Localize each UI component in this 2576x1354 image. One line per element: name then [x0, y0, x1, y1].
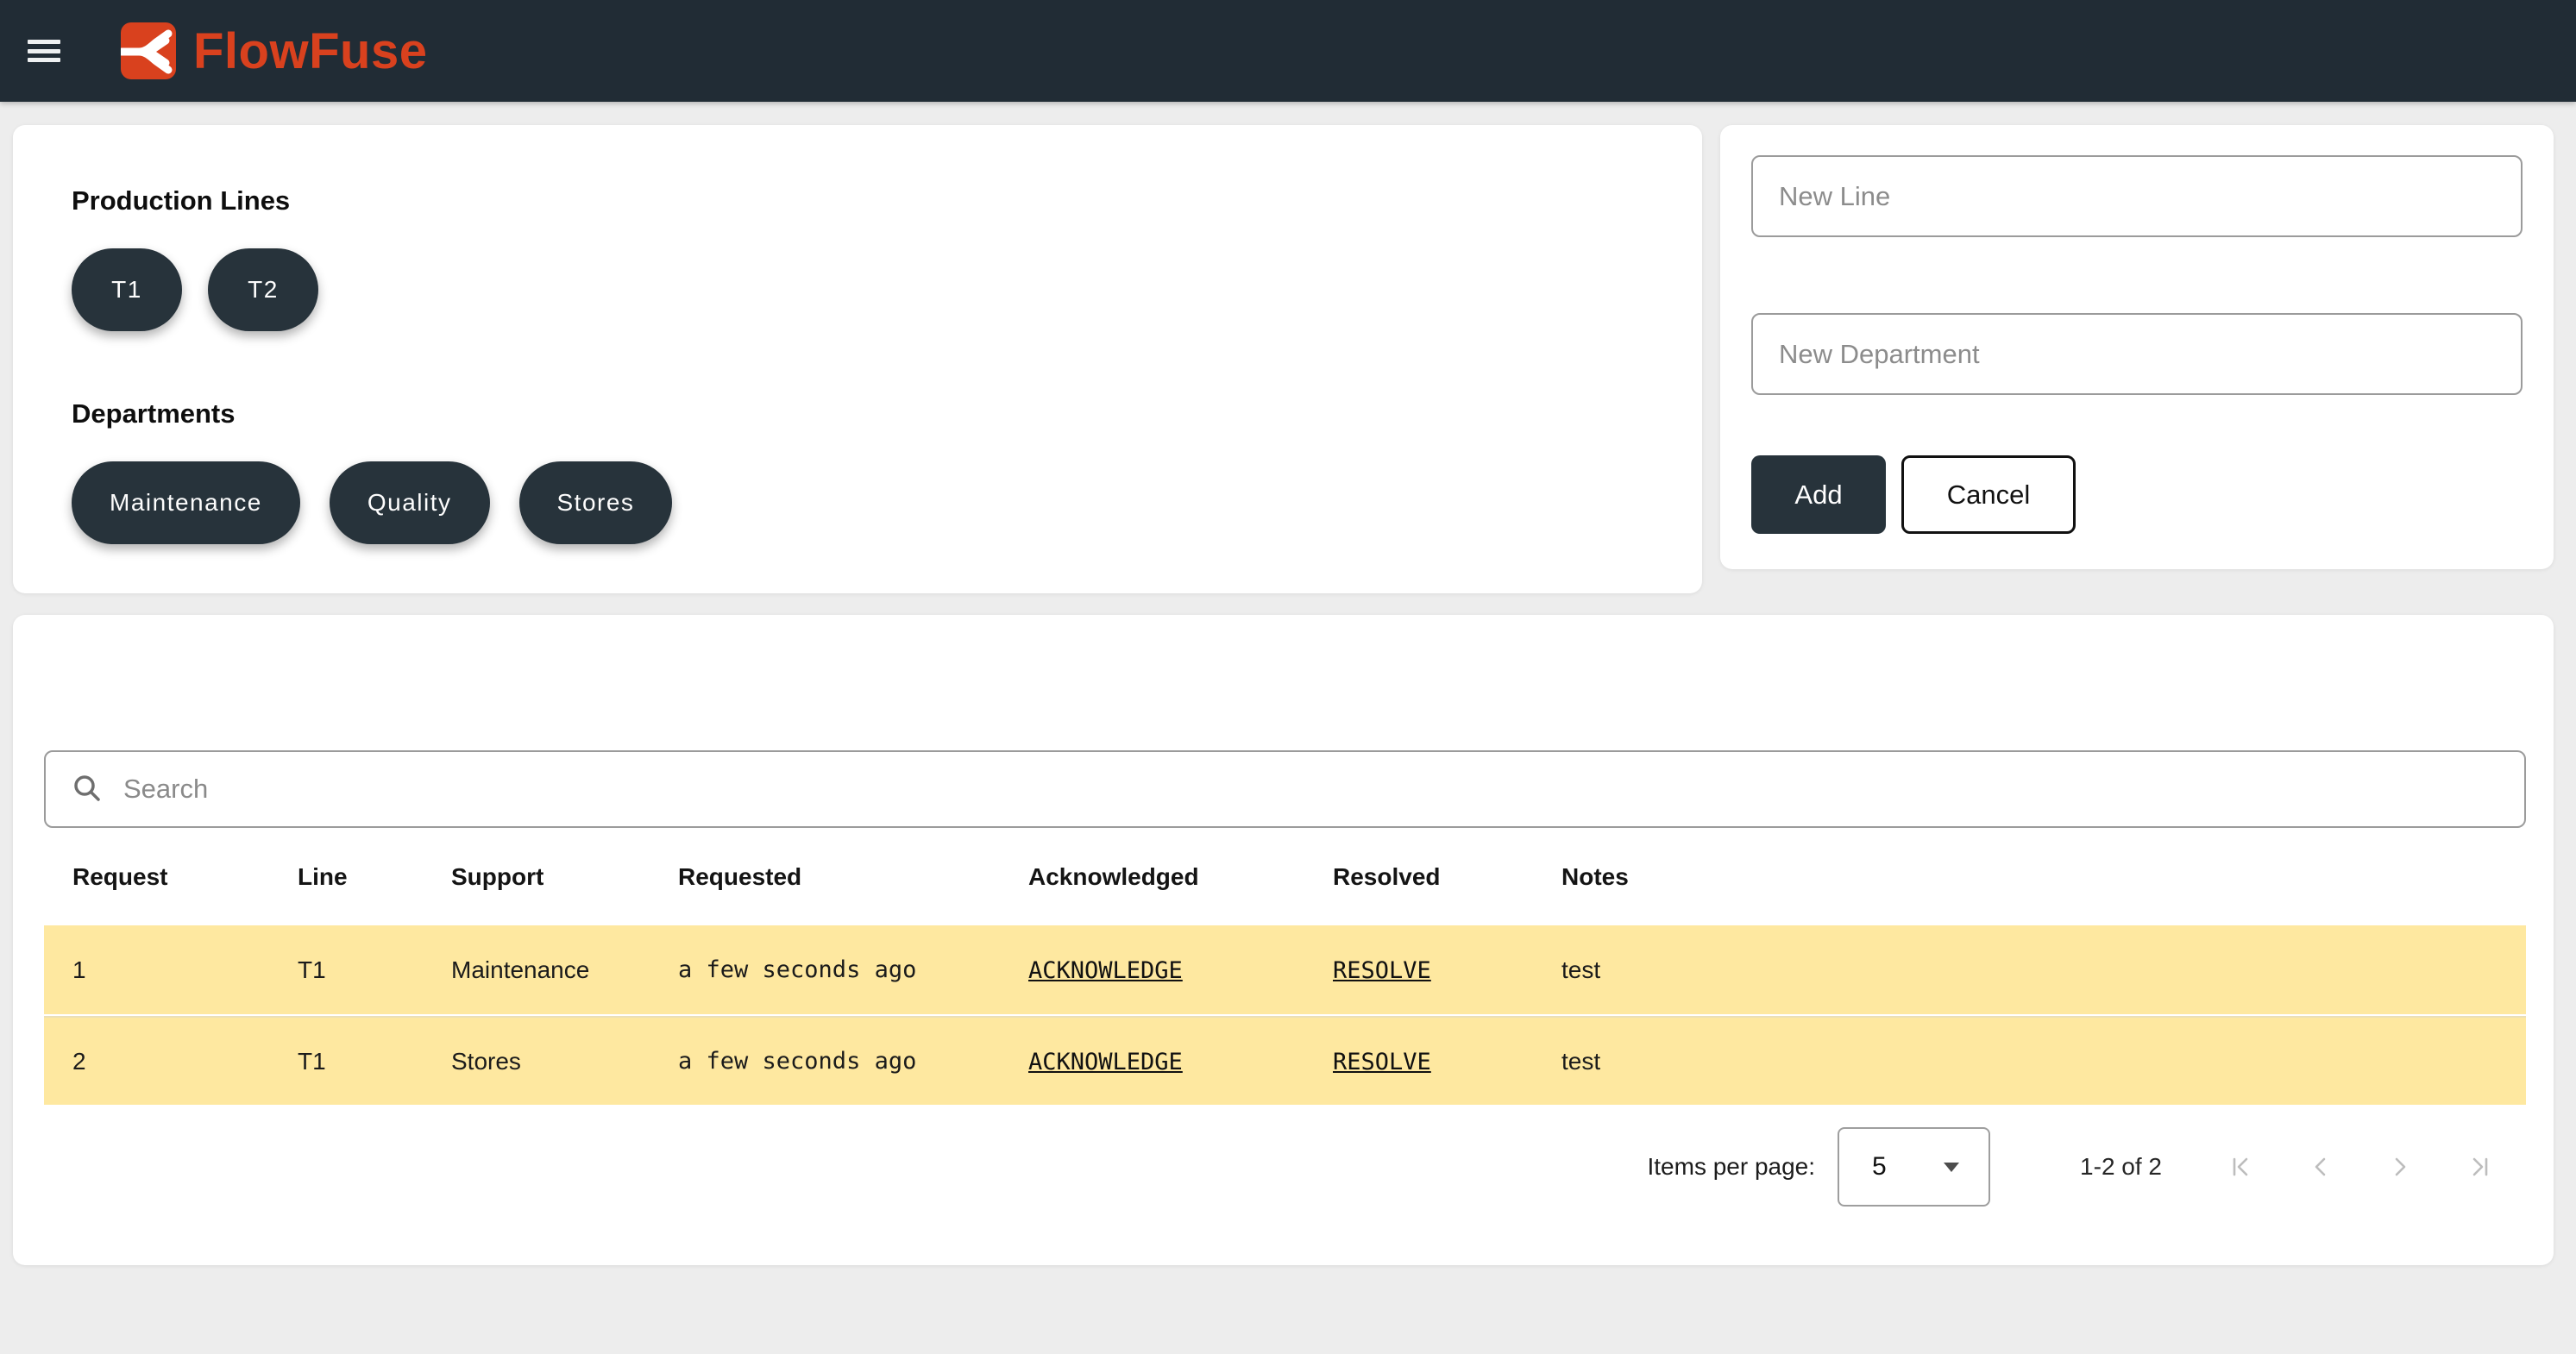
production-lines-list: T1 T2 [72, 248, 1643, 331]
menu-bar [28, 49, 60, 53]
page: FlowFuse Production Lines T1 T2 Departme… [0, 0, 2576, 1354]
production-lines-title: Production Lines [72, 185, 1643, 216]
brand-title: FlowFuse [193, 22, 427, 80]
cell-support: Maintenance [451, 956, 678, 984]
table-row: 1 T1 Maintenance a few seconds ago ACKNO… [44, 925, 2526, 1014]
resolve-link[interactable]: RESOLVE [1333, 1049, 1431, 1075]
previous-page-button[interactable] [2281, 1127, 2360, 1207]
items-per-page-value: 5 [1872, 1152, 1887, 1182]
cell-request: 1 [72, 956, 298, 984]
last-page-button[interactable] [2440, 1127, 2519, 1207]
cell-line: T1 [298, 1048, 451, 1075]
items-per-page-label: Items per page: [1647, 1153, 1815, 1181]
column-header-resolved: Resolved [1333, 863, 1561, 891]
column-header-acknowledged: Acknowledged [1028, 863, 1333, 891]
menu-bar [28, 58, 60, 62]
column-header-notes: Notes [1561, 863, 2526, 891]
items-per-page-select[interactable]: 5 [1838, 1127, 1990, 1207]
new-department-input[interactable] [1751, 313, 2523, 395]
column-header-support: Support [451, 863, 678, 891]
add-button[interactable]: Add [1751, 455, 1886, 534]
search-icon [70, 772, 104, 806]
top-navbar: FlowFuse [0, 0, 2576, 102]
resolve-link[interactable]: RESOLVE [1333, 957, 1431, 984]
search-input[interactable] [123, 774, 2500, 805]
requests-card: Request Line Support Requested Acknowled… [13, 615, 2554, 1265]
menu-bar [28, 40, 60, 44]
search-field[interactable] [44, 750, 2526, 828]
page-range-label: 1-2 of 2 [2080, 1153, 2162, 1181]
departments-list: Maintenance Quality Stores [72, 461, 1643, 544]
first-page-icon [2228, 1154, 2254, 1180]
add-form-card: Add Cancel [1720, 125, 2554, 569]
cell-support: Stores [451, 1048, 678, 1075]
cell-notes: test [1561, 956, 2526, 984]
cell-requested: a few seconds ago [678, 956, 1028, 983]
line-pill-t1[interactable]: T1 [72, 248, 182, 331]
acknowledge-link[interactable]: ACKNOWLEDGE [1028, 957, 1183, 984]
last-page-icon [2466, 1154, 2492, 1180]
departments-title: Departments [72, 398, 1643, 429]
table-header-row: Request Line Support Requested Acknowled… [44, 828, 2526, 925]
form-buttons: Add Cancel [1751, 455, 2523, 534]
column-header-requested: Requested [678, 863, 1028, 891]
cancel-button[interactable]: Cancel [1901, 455, 2076, 534]
menu-icon[interactable] [28, 40, 60, 62]
acknowledge-link[interactable]: ACKNOWLEDGE [1028, 1049, 1183, 1075]
chevron-right-icon [2387, 1154, 2413, 1180]
chevron-down-icon [1944, 1163, 1959, 1172]
cell-notes: test [1561, 1048, 2526, 1075]
table-row: 2 T1 Stores a few seconds ago ACKNOWLEDG… [44, 1016, 2526, 1105]
paginator: Items per page: 5 1-2 of 2 [1647, 1124, 2519, 1210]
department-pill-quality[interactable]: Quality [330, 461, 490, 544]
cell-requested: a few seconds ago [678, 1048, 1028, 1075]
cell-request: 2 [72, 1048, 298, 1075]
new-line-input[interactable] [1751, 155, 2523, 237]
department-pill-maintenance[interactable]: Maintenance [72, 461, 300, 544]
next-page-button[interactable] [2360, 1127, 2440, 1207]
department-pill-stores[interactable]: Stores [519, 461, 673, 544]
flowfuse-logo-icon [121, 22, 176, 79]
cell-line: T1 [298, 956, 451, 984]
chevron-left-icon [2308, 1154, 2334, 1180]
brand: FlowFuse [121, 22, 427, 80]
line-pill-t2[interactable]: T2 [208, 248, 318, 331]
column-header-request: Request [72, 863, 298, 891]
lines-departments-card: Production Lines T1 T2 Departments Maint… [13, 125, 1702, 593]
column-header-line: Line [298, 863, 451, 891]
first-page-button[interactable] [2202, 1127, 2281, 1207]
